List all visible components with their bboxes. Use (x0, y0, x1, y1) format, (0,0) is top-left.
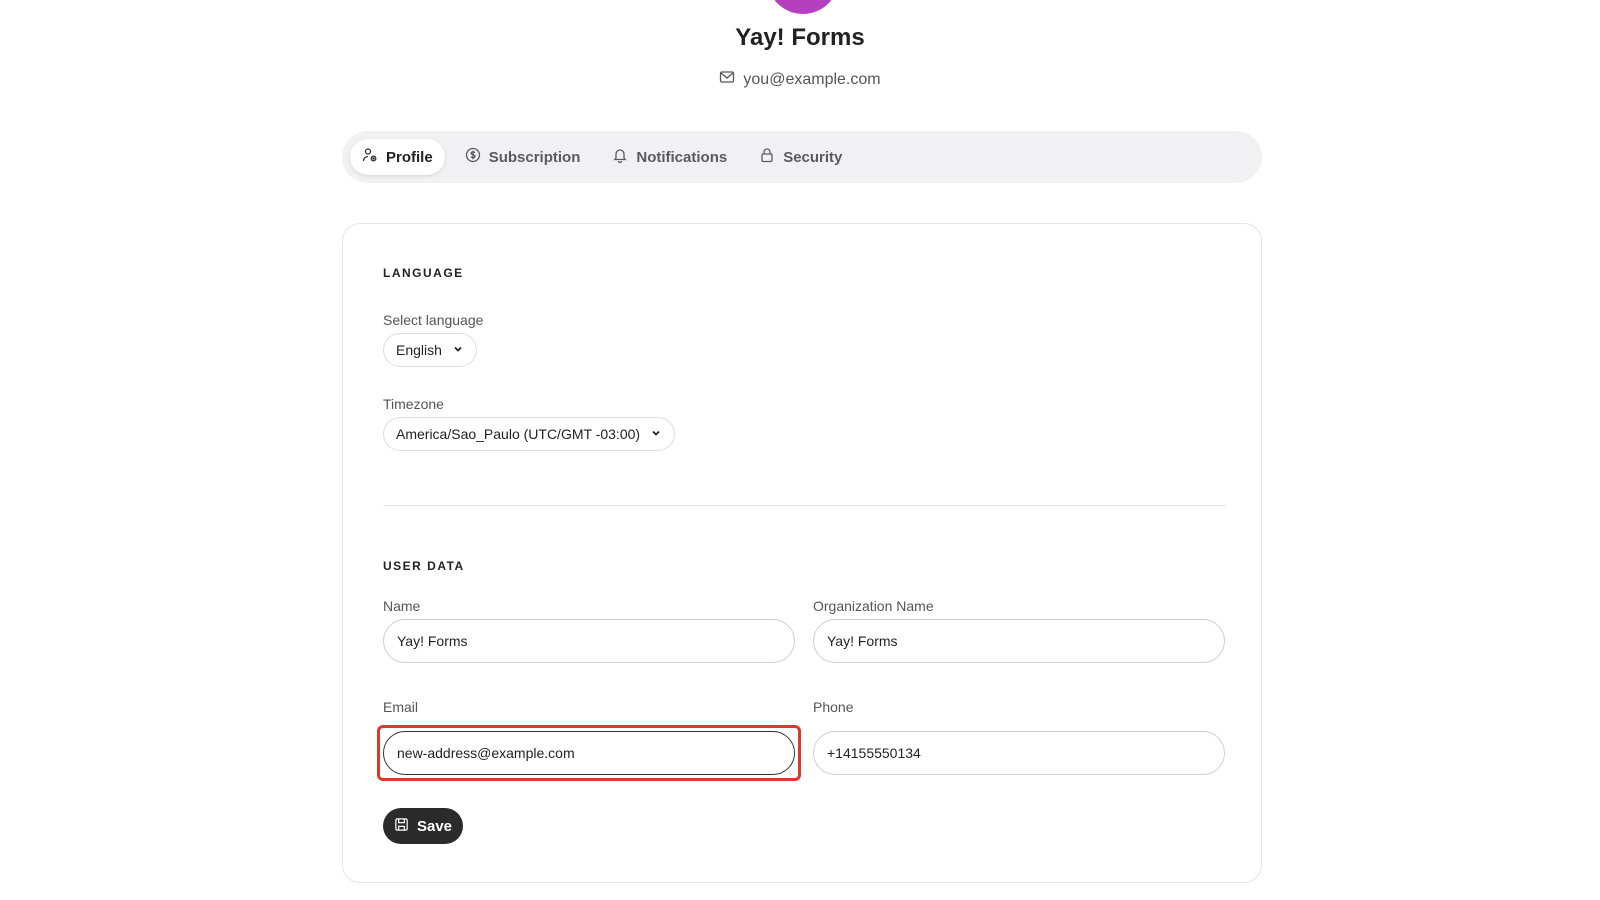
user-settings-icon (362, 147, 378, 167)
tab-subscription-label: Subscription (488, 148, 581, 166)
tab-security[interactable]: Security (747, 139, 854, 175)
lock-icon (759, 147, 775, 167)
chevron-down-icon (452, 342, 464, 358)
language-label: Select language (383, 312, 484, 328)
language-section-title: LANGUAGE (383, 266, 464, 280)
organization-name-label: Organization Name (813, 598, 934, 614)
language-select[interactable]: English (383, 333, 477, 367)
email-input[interactable] (383, 731, 795, 775)
dollar-circle-icon (465, 147, 481, 167)
name-input[interactable] (383, 619, 795, 663)
section-divider (383, 505, 1226, 506)
save-button[interactable]: Save (383, 808, 463, 844)
settings-tabs: Profile Subscription Notifications Secur… (342, 131, 1262, 183)
floppy-disk-icon (394, 817, 409, 836)
page-title: Yay! Forms (735, 24, 865, 51)
mail-icon (719, 69, 735, 90)
tab-subscription[interactable]: Subscription (453, 139, 593, 175)
timezone-select-value: America/Sao_Paulo (UTC/GMT -03:00) (396, 426, 641, 442)
chevron-down-icon (650, 426, 662, 442)
timezone-select[interactable]: America/Sao_Paulo (UTC/GMT -03:00) (383, 417, 676, 451)
phone-input[interactable] (813, 731, 1225, 775)
timezone-label: Timezone (383, 396, 444, 412)
tab-notifications-label: Notifications (636, 148, 728, 166)
avatar[interactable] (767, 0, 839, 14)
tab-profile[interactable]: Profile (350, 139, 445, 175)
tab-notifications[interactable]: Notifications (600, 139, 739, 175)
profile-card: LANGUAGE Select language English Timezon… (342, 223, 1262, 883)
email-label: Email (383, 699, 419, 715)
phone-label: Phone (813, 699, 854, 715)
tab-security-label: Security (783, 148, 843, 166)
save-button-label: Save (416, 817, 453, 835)
account-email: you@example.com (0, 69, 1600, 90)
bell-icon (612, 147, 628, 167)
name-label: Name (383, 598, 421, 614)
organization-name-input[interactable] (813, 619, 1225, 663)
tab-profile-label: Profile (386, 148, 433, 166)
language-select-value: English (396, 342, 442, 358)
account-email-text: you@example.com (743, 70, 881, 88)
user-data-section-title: USER DATA (383, 559, 465, 573)
